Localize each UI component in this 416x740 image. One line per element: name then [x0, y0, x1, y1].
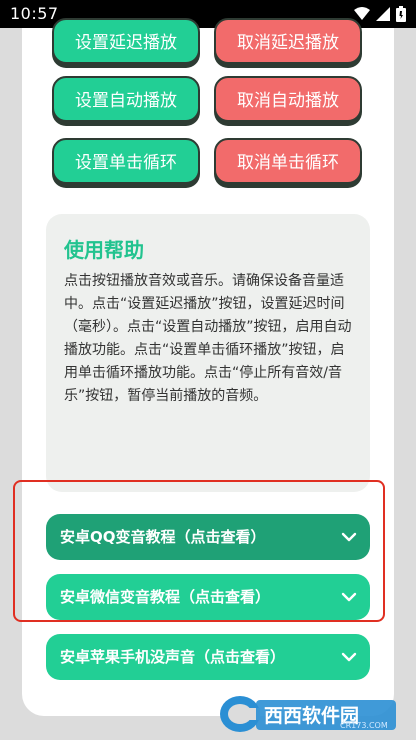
status-time: 10:57	[10, 4, 59, 23]
status-icons	[354, 5, 406, 23]
chevron-down-icon	[341, 652, 357, 662]
set-loop-button[interactable]: 设置单击循环	[52, 138, 200, 184]
accordion-iphone-no-sound[interactable]: 安卓苹果手机没声音（点击查看）	[46, 634, 370, 680]
accordion-label: 安卓苹果手机没声音（点击查看）	[60, 648, 286, 666]
wifi-icon	[354, 7, 370, 20]
signal-icon	[376, 7, 390, 21]
watermark-logo: 西西软件园 CR173.COM	[220, 696, 396, 732]
help-title: 使用帮助	[64, 238, 144, 262]
highlight-frame	[13, 480, 385, 622]
cancel-auto-button[interactable]: 取消自动播放	[214, 76, 362, 122]
help-panel: 使用帮助 点击按钮播放音效或音乐。请确保设备音量适中。点击“设置延迟播放”按钮，…	[46, 214, 370, 492]
battery-icon	[396, 6, 406, 22]
set-auto-button[interactable]: 设置自动播放	[52, 76, 200, 122]
cancel-delay-button[interactable]: 取消延迟播放	[214, 18, 362, 64]
cancel-loop-button[interactable]: 取消单击循环	[214, 138, 362, 184]
help-text: 点击按钮播放音效或音乐。请确保设备音量适中。点击“设置延迟播放”按钮，设置延迟时…	[64, 273, 352, 404]
set-delay-button[interactable]: 设置延迟播放	[52, 18, 200, 64]
watermark-site: CR173.COM	[340, 721, 388, 730]
